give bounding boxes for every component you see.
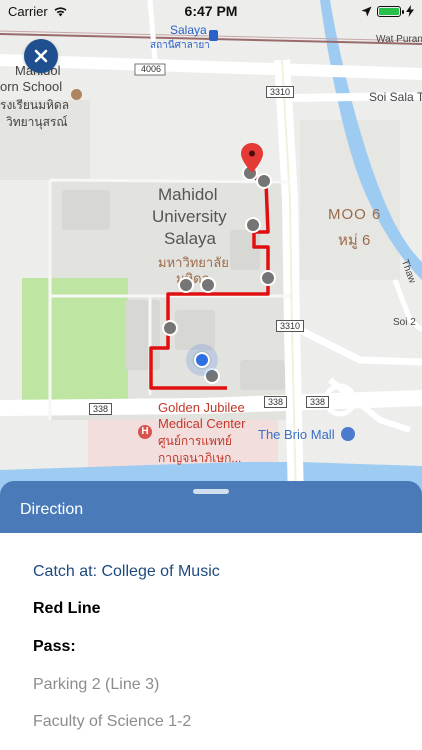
bus-stop-marker[interactable] xyxy=(245,217,261,233)
status-bar: Carrier 6:47 PM xyxy=(0,0,422,22)
route-path xyxy=(149,158,270,390)
user-location-dot xyxy=(194,352,210,368)
bus-stop-marker[interactable] xyxy=(162,320,178,336)
line-name: Red Line xyxy=(33,600,101,617)
bus-stop-marker[interactable] xyxy=(200,277,216,293)
bus-stop-marker[interactable] xyxy=(260,270,276,286)
battery-icon xyxy=(377,5,404,17)
bus-stop-marker[interactable] xyxy=(256,173,272,189)
map-view[interactable]: Salaya สถานีศาลายา Wat Purana 4006 Mahid… xyxy=(0,0,422,500)
sheet-title: Direction xyxy=(20,501,84,518)
stop-list-item: Faculty of Science 1-2 xyxy=(33,713,192,730)
bus-stop-marker[interactable] xyxy=(178,277,194,293)
stop-list-item: Parking 2 (Line 3) xyxy=(33,676,160,693)
close-icon xyxy=(34,49,48,63)
location-arrow-icon xyxy=(361,6,372,16)
charging-bolt-icon xyxy=(406,5,414,17)
direction-sheet-header[interactable]: Direction xyxy=(0,481,422,533)
catch-at-label: Catch at: College of Music xyxy=(33,563,220,580)
pass-label: Pass: xyxy=(33,638,76,655)
carrier-label: Carrier xyxy=(8,3,48,19)
close-button[interactable] xyxy=(24,39,58,73)
sheet-grabber-handle[interactable] xyxy=(193,489,229,494)
destination-pin-icon[interactable] xyxy=(240,142,264,174)
wifi-icon xyxy=(54,6,67,16)
